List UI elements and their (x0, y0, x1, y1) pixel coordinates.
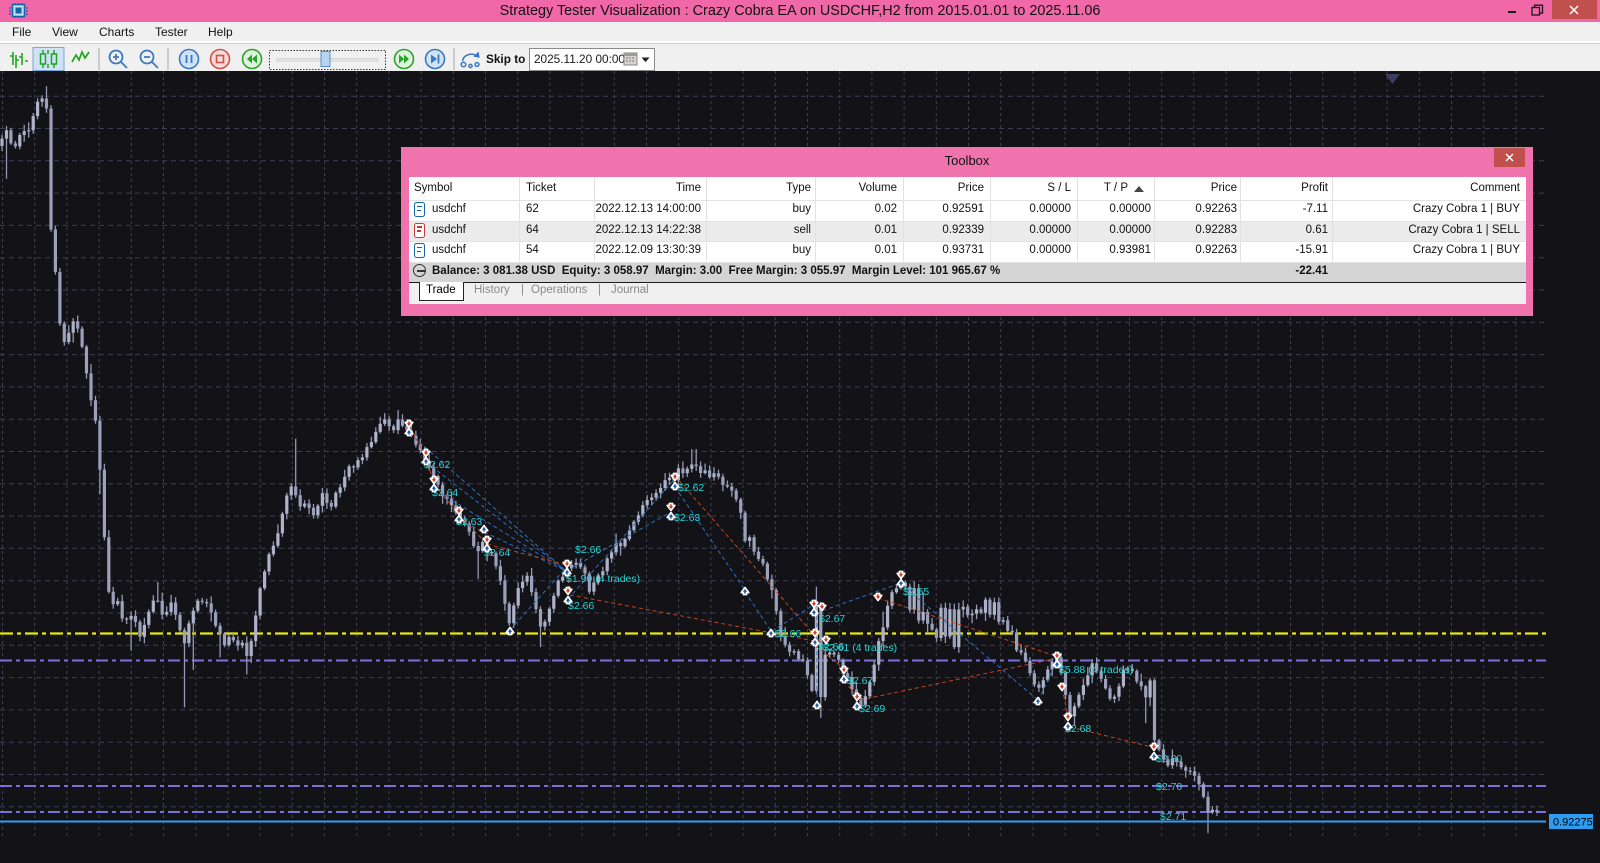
svg-text:$2.61 (4 trades): $2.61 (4 trades) (823, 642, 897, 654)
svg-text:$2.69: $2.69 (859, 703, 885, 715)
svg-text:$2.66: $2.66 (775, 628, 801, 640)
svg-text:$2.71: $2.71 (1160, 811, 1186, 823)
svg-text:$2.62: $2.62 (678, 482, 704, 494)
svg-text:Skip to: Skip to (486, 52, 525, 66)
svg-text:0.92275: 0.92275 (1553, 817, 1593, 829)
svg-text:$2.80: $2.80 (1156, 753, 1182, 765)
svg-text:$2.65: $2.65 (903, 586, 929, 598)
svg-text:$5.88 (4 trades): $5.88 (4 trades) (1059, 664, 1133, 676)
svg-text:$2.70: $2.70 (1156, 781, 1182, 793)
svg-text:$2.63: $2.63 (674, 512, 700, 524)
svg-text:$2.66: $2.66 (575, 544, 601, 556)
svg-text:$2.67: $2.67 (819, 613, 845, 625)
svg-text:$1.90 (4 trades): $1.90 (4 trades) (566, 573, 640, 585)
svg-text:2025.11.20 00:00: 2025.11.20 00:00 (534, 52, 625, 66)
svg-text:$2.67: $2.67 (847, 675, 873, 687)
